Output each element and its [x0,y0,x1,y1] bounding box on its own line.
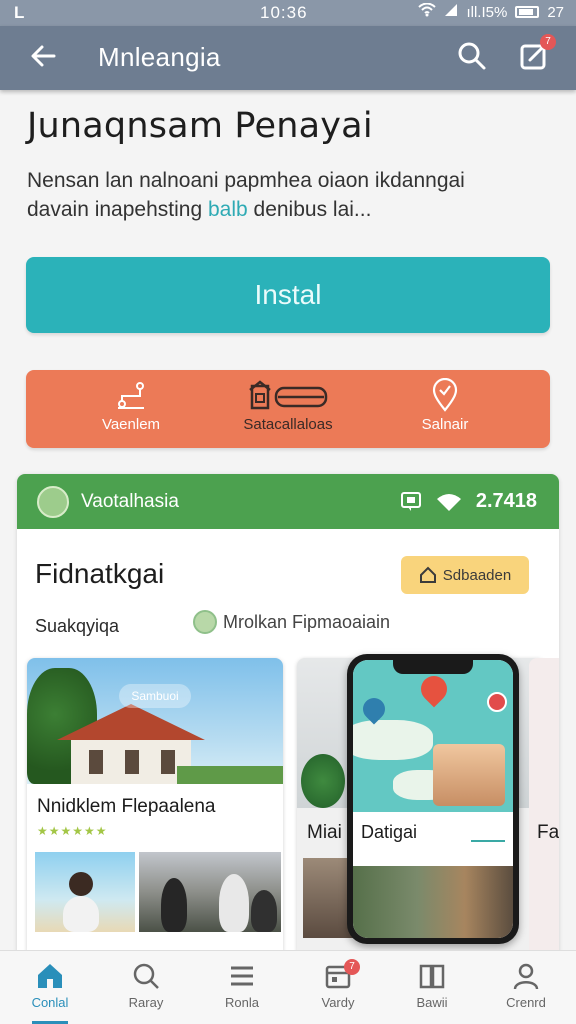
card-subtitle: Suakqyiqa [35,616,120,636]
listing-title: Fa [537,822,559,843]
nav-item-search[interactable]: Raray [98,961,194,1010]
card-header-stats: 2.7418 [400,490,537,513]
content-card: Vaotalhasia 2.7418 Fidnatkgai Sdbaaden S… [17,474,559,954]
shortcut-label: Satacallaloas [243,416,333,433]
description-line-1: Nensan lan nalnoani papmhea oiaon ikdann… [27,169,465,192]
shortcut-label: Salnair [421,416,469,433]
bus-icon [249,380,328,410]
phone-preview: Datigai [347,654,519,944]
search-icon [133,963,159,989]
trend-icon [471,822,505,842]
thumbnail-group[interactable] [139,852,281,932]
photo-badge: Sambuoi [119,684,191,708]
status-icons: ıll.I5% 27 [418,2,564,21]
nav-item-menu[interactable]: Ronla [194,961,290,1010]
app-bar: Mnleangia 7 [0,26,576,90]
listing-tile[interactable]: Sambuoi Nnidklem Flepaalena ★★★★★★ [27,658,283,954]
listing-title: Nnidklem Flepaalena [37,796,216,817]
chat-icon[interactable] [400,491,422,513]
notification-badge: 7 [540,34,556,50]
house-photo: Sambuoi [27,658,283,784]
route-icon [118,382,144,409]
search-icon[interactable] [456,40,488,72]
avatar [193,610,217,634]
nav-item-book[interactable]: Bawii [384,961,480,1010]
home-icon [38,964,62,988]
shortcut-label: Vaenlem [101,416,161,433]
nav-item-home[interactable]: Conlal [2,961,98,1024]
nav-label: Bawii [416,995,448,1010]
record-icon [487,692,507,712]
nav-label: Ronla [225,995,259,1010]
card-action-button[interactable]: Sdbaaden [401,556,529,594]
status-time: 10:36 [260,3,308,22]
book-icon [419,964,445,989]
shortcut-location[interactable]: Salnair [360,378,530,434]
card-header-name: Vaotalhasia [81,491,179,512]
phone-photo-strip [353,866,513,938]
card-title: Fidnatkgai [35,558,165,589]
location-pin-icon [432,378,458,412]
nav-label: Vardy [321,995,355,1010]
description-line-2a: davain inapehsting [27,198,208,221]
shortcut-route[interactable]: Vaenlem [46,378,216,434]
thumbnail-beach[interactable] [35,852,135,932]
profile-icon [513,963,539,990]
wifi-icon [436,493,461,511]
card-action-label: Sdbaaden [442,566,512,584]
battery-icon [515,6,540,18]
card-author-name: Mrolkan Fipmaoaiain [223,611,391,632]
avatar[interactable] [37,486,69,518]
phone-title: Datigai [361,822,418,842]
nav-item-profile[interactable]: Crenrd [478,961,574,1010]
edit-icon[interactable]: 7 [518,34,556,72]
nav-label: Raray [128,995,164,1010]
signal-icon [444,3,458,21]
notification-badge: 7 [344,959,360,975]
location-pin-icon [415,670,453,708]
install-button[interactable]: Instal [26,257,550,333]
shortcut-bar: Vaenlem Satacallaloas Salnair [26,370,550,448]
listing-thumbnails [35,852,281,932]
shortcut-transport[interactable]: Satacallaloas [203,378,373,434]
bottom-navigation: Conlal Raray Ronla 7 Vardy Bawii Crenrd [0,950,576,1024]
description-link[interactable]: balb [208,198,248,221]
listing-title: Miai [307,822,342,843]
nav-label: Crenrd [506,995,546,1010]
page-title: Junaqnsam Penayai [27,106,373,146]
wifi-icon [418,2,437,21]
card-header-value: 2.7418 [475,490,537,512]
status-bar: L 10:36 ıll.I5% 27 [0,0,576,26]
page-description: Nensan lan nalnoani papmhea oiaon ikdann… [27,166,557,224]
menu-icon [231,966,253,986]
status-left-glyph: L [14,3,25,22]
profile-photo [433,744,505,806]
home-outline-icon [419,566,436,583]
map-preview [353,660,513,812]
status-clock-right: 27 [547,3,564,21]
nav-label: Conlal [31,995,69,1010]
nav-item-calendar[interactable]: 7 Vardy [290,959,386,1010]
card-author[interactable]: Mrolkan Fipmaoaiain [193,610,390,634]
battery-percent: ıll.I5% [466,3,508,21]
description-line-2b: denibus lai... [247,198,372,221]
listing-tile[interactable]: Fa [529,658,559,954]
app-title: Mnleangia [98,42,221,72]
rating-stars: ★★★★★★ [37,824,108,838]
back-arrow-icon[interactable] [28,40,60,72]
card-header: Vaotalhasia 2.7418 [17,474,559,529]
